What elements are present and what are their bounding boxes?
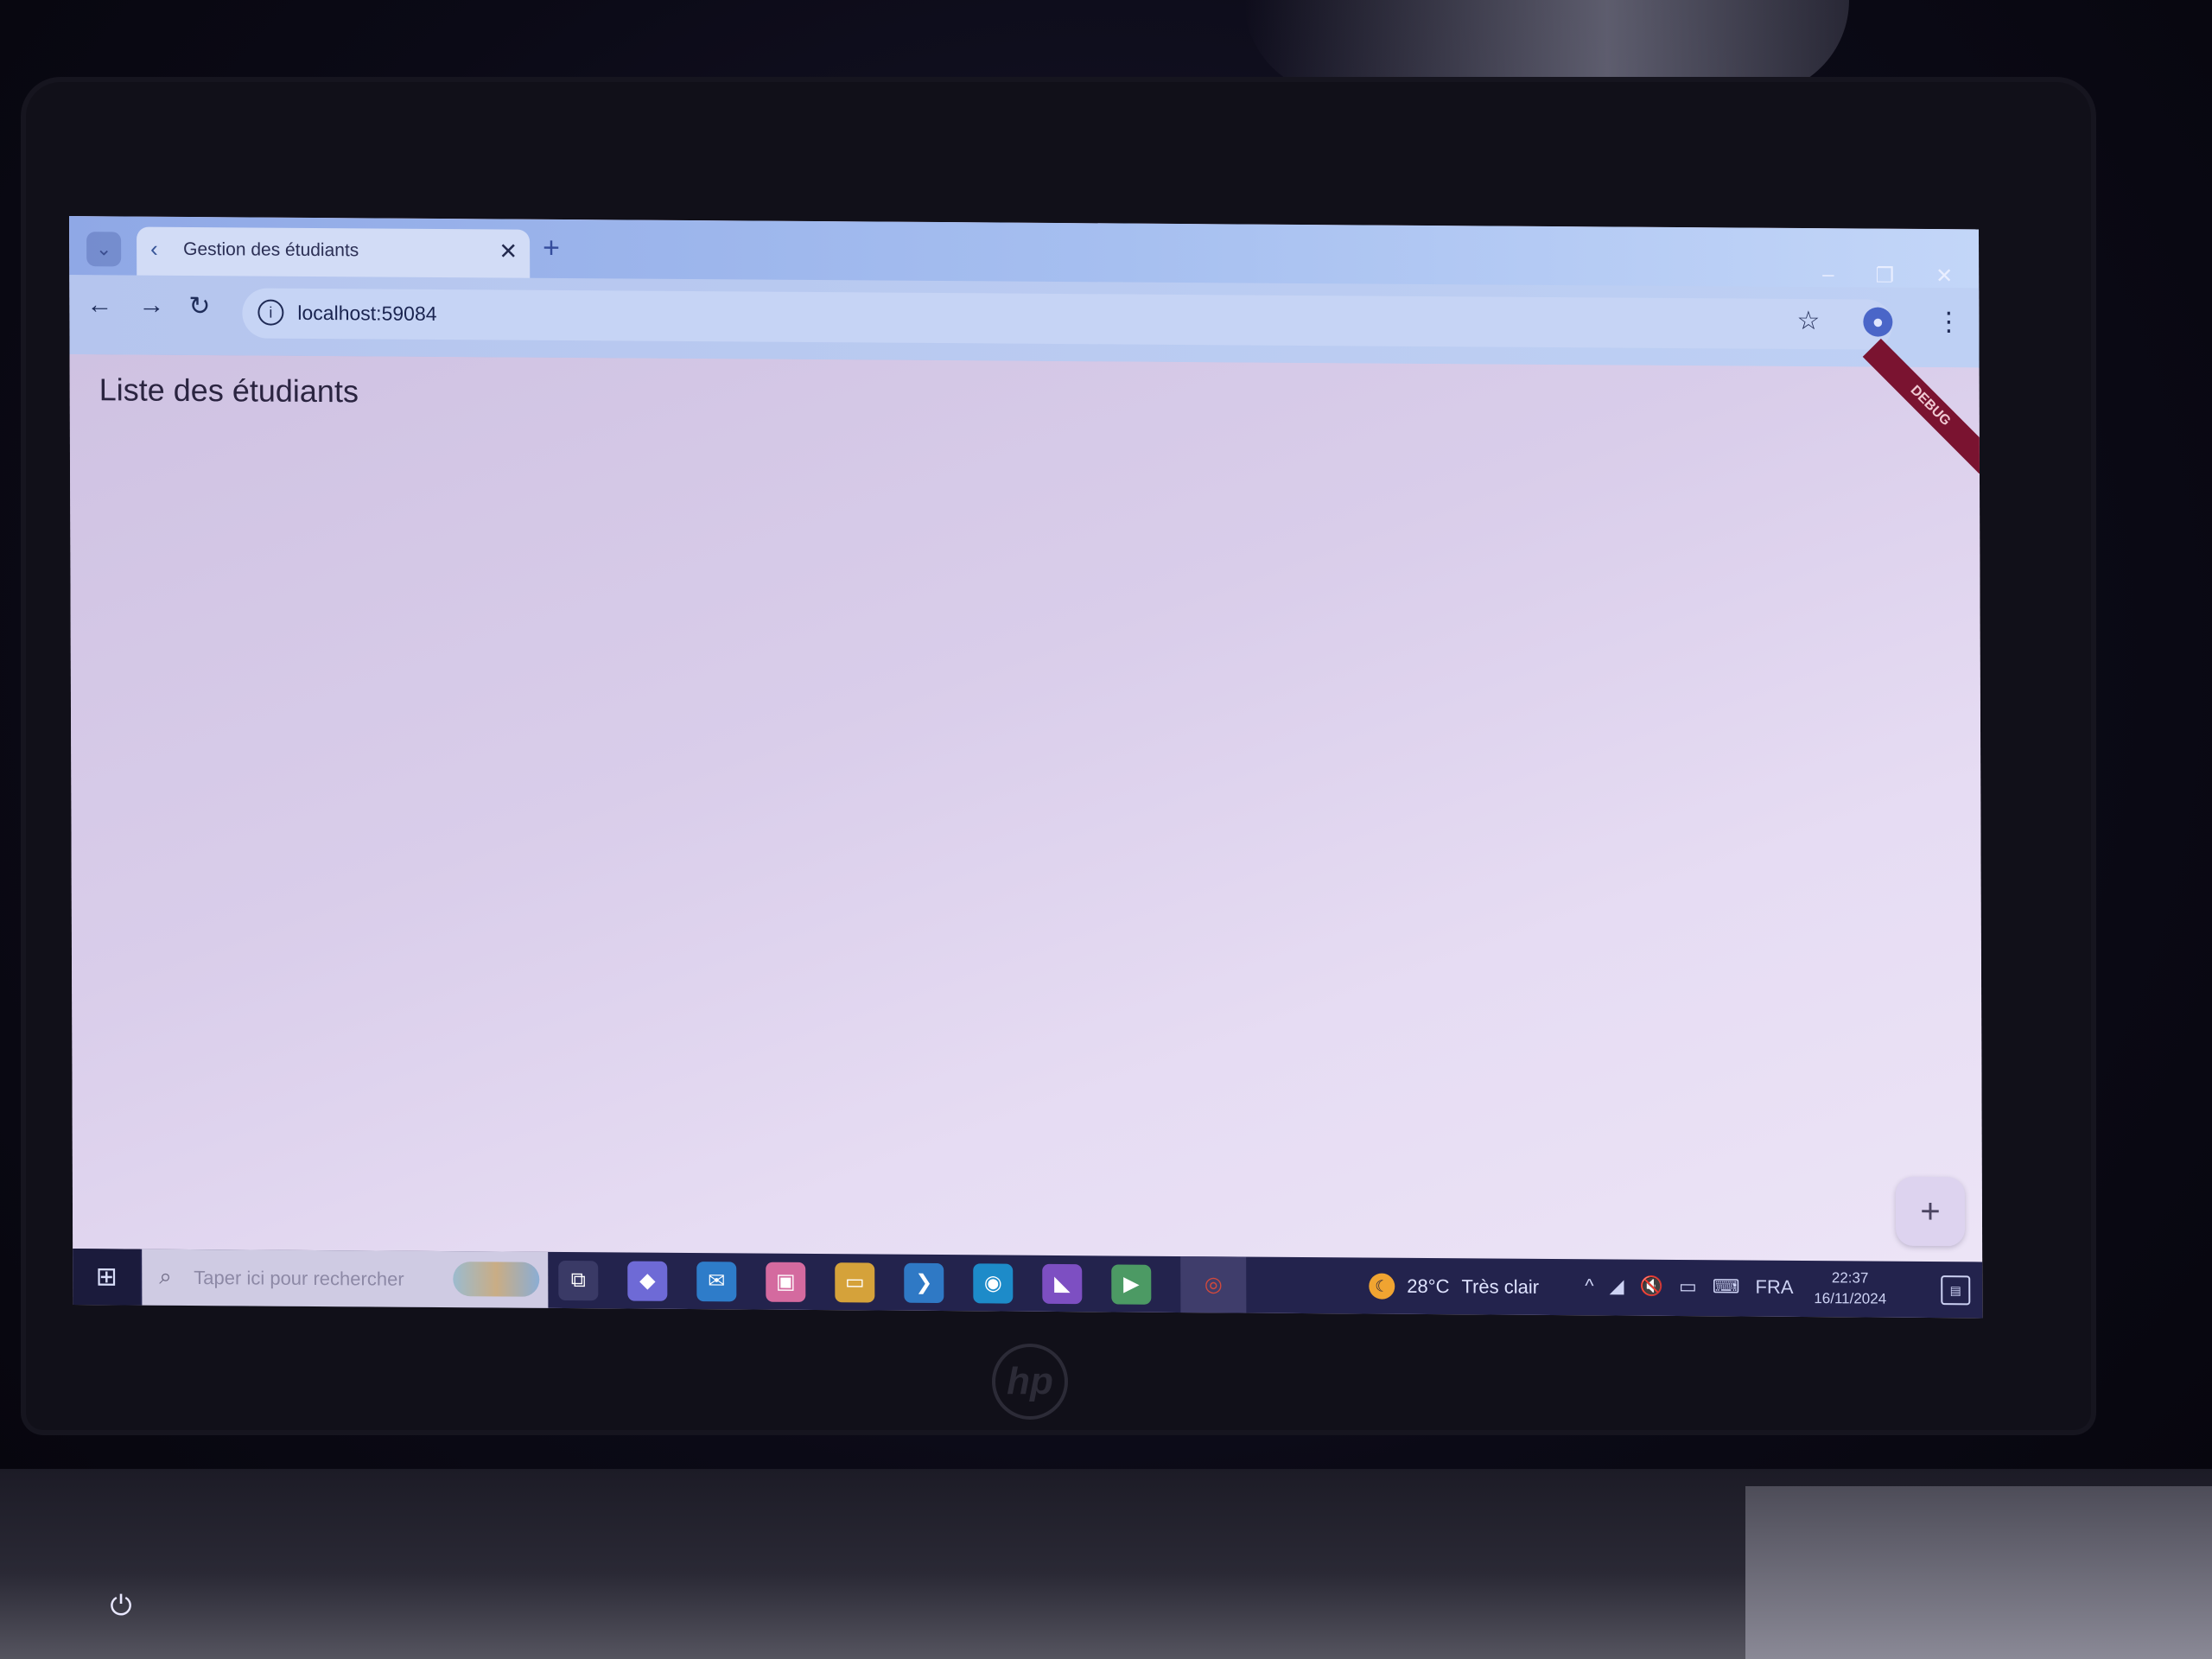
close-window-button[interactable]: ✕ — [1936, 264, 1953, 289]
profile-avatar-icon[interactable]: ● — [1863, 306, 1893, 337]
store-icon[interactable]: ▣ — [766, 1262, 806, 1302]
visual-studio-icon[interactable]: ◣ — [1042, 1263, 1083, 1305]
chrome-icon[interactable]: ◎ — [1180, 1255, 1247, 1313]
url-text: localhost:59084 — [297, 301, 437, 325]
weather-widget[interactable]: ☾ 28°C Très clair — [1369, 1273, 1540, 1300]
taskbar-search-box[interactable]: ⌕ Taper ici pour rechercher — [142, 1249, 549, 1308]
edge-icon[interactable]: ◉ — [973, 1263, 1014, 1304]
minimize-button[interactable]: – — [1822, 263, 1834, 288]
tray-chevron-icon[interactable]: ^ — [1585, 1274, 1593, 1297]
toolbar-actions: ☆ ● ⋮ — [1796, 306, 1961, 337]
clock-date: 16/11/2024 — [1814, 1290, 1887, 1307]
add-student-button[interactable]: + — [1895, 1176, 1966, 1247]
restore-button[interactable]: ❐ — [1876, 264, 1895, 289]
browser-toolbar: ← → ↻ i localhost:59084 ☆ ● ⋮ — [69, 275, 1980, 368]
taskbar-clock[interactable]: 22:37 16/11/2024 — [1814, 1268, 1886, 1310]
vscode-icon[interactable]: ❯ — [904, 1262, 944, 1304]
volume-muted-icon[interactable]: 🔇 — [1639, 1275, 1662, 1298]
window-controls: – ❐ ✕ — [1822, 263, 1953, 289]
page-viewport: Liste des étudiants DEBUG + — [69, 338, 1983, 1292]
photo-frame: ⏻ hp ⌄ ‹ Gestion des étudiants ✕ + – ❐ ✕… — [0, 0, 2212, 1659]
search-highlight-image — [453, 1262, 540, 1297]
android-studio-icon[interactable]: ▶ — [1111, 1264, 1152, 1305]
system-tray: ^ ◢ 🔇 ▭ ⌨ FRA — [1585, 1274, 1793, 1299]
site-info-icon[interactable]: i — [257, 299, 284, 326]
notification-center-icon[interactable]: ▤ — [1941, 1275, 1971, 1306]
reload-button[interactable]: ↻ — [188, 291, 210, 321]
power-key-icon: ⏻ — [110, 1590, 132, 1621]
search-placeholder: Taper ici pour rechercher — [194, 1267, 404, 1290]
laptop-screen: ⌄ ‹ Gestion des étudiants ✕ + – ❐ ✕ ← → … — [69, 216, 1983, 1319]
forward-button[interactable]: → — [138, 291, 164, 321]
browser-tab[interactable]: ‹ Gestion des étudiants ✕ — [137, 226, 531, 280]
clock-time: 22:37 — [1831, 1269, 1869, 1287]
weather-condition: Très clair — [1461, 1275, 1540, 1298]
weather-temperature: 28°C — [1407, 1274, 1450, 1298]
bookmark-star-icon[interactable]: ☆ — [1796, 306, 1820, 336]
brand-logo: hp — [992, 1344, 1068, 1420]
tab-title: Gestion des étudiants — [183, 238, 359, 261]
copilot-icon[interactable]: ◆ — [627, 1261, 668, 1301]
page-title: Liste des étudiants — [99, 372, 359, 410]
back-button[interactable]: ← — [86, 290, 112, 320]
search-icon: ⌕ — [159, 1262, 172, 1289]
task-view-icon[interactable]: ⧉ — [558, 1260, 599, 1301]
browser-menu-icon[interactable]: ⋮ — [1936, 308, 1961, 336]
mail-icon[interactable]: ✉ — [696, 1262, 737, 1302]
input-language[interactable]: FRA — [1755, 1276, 1793, 1299]
tab-search-button[interactable]: ⌄ — [86, 232, 122, 267]
touch-keyboard-icon[interactable]: ⌨ — [1713, 1275, 1740, 1298]
browser-tab-strip: ⌄ ‹ Gestion des étudiants ✕ + – ❐ ✕ ← → … — [69, 216, 1980, 368]
file-explorer-icon[interactable]: ▭ — [835, 1262, 875, 1303]
new-tab-button[interactable]: + — [543, 232, 560, 265]
battery-icon[interactable]: ▭ — [1679, 1275, 1697, 1298]
background-light — [1244, 0, 1849, 95]
tab-close-button[interactable]: ✕ — [499, 238, 518, 264]
weather-moon-icon: ☾ — [1369, 1273, 1395, 1300]
start-button[interactable]: ⊞ — [73, 1249, 141, 1306]
laptop-touchpad — [1745, 1486, 2212, 1659]
address-bar[interactable]: i localhost:59084 — [242, 288, 1893, 350]
tab-favicon-chevron-icon: ‹ — [150, 235, 158, 262]
wifi-icon[interactable]: ◢ — [1610, 1274, 1624, 1297]
